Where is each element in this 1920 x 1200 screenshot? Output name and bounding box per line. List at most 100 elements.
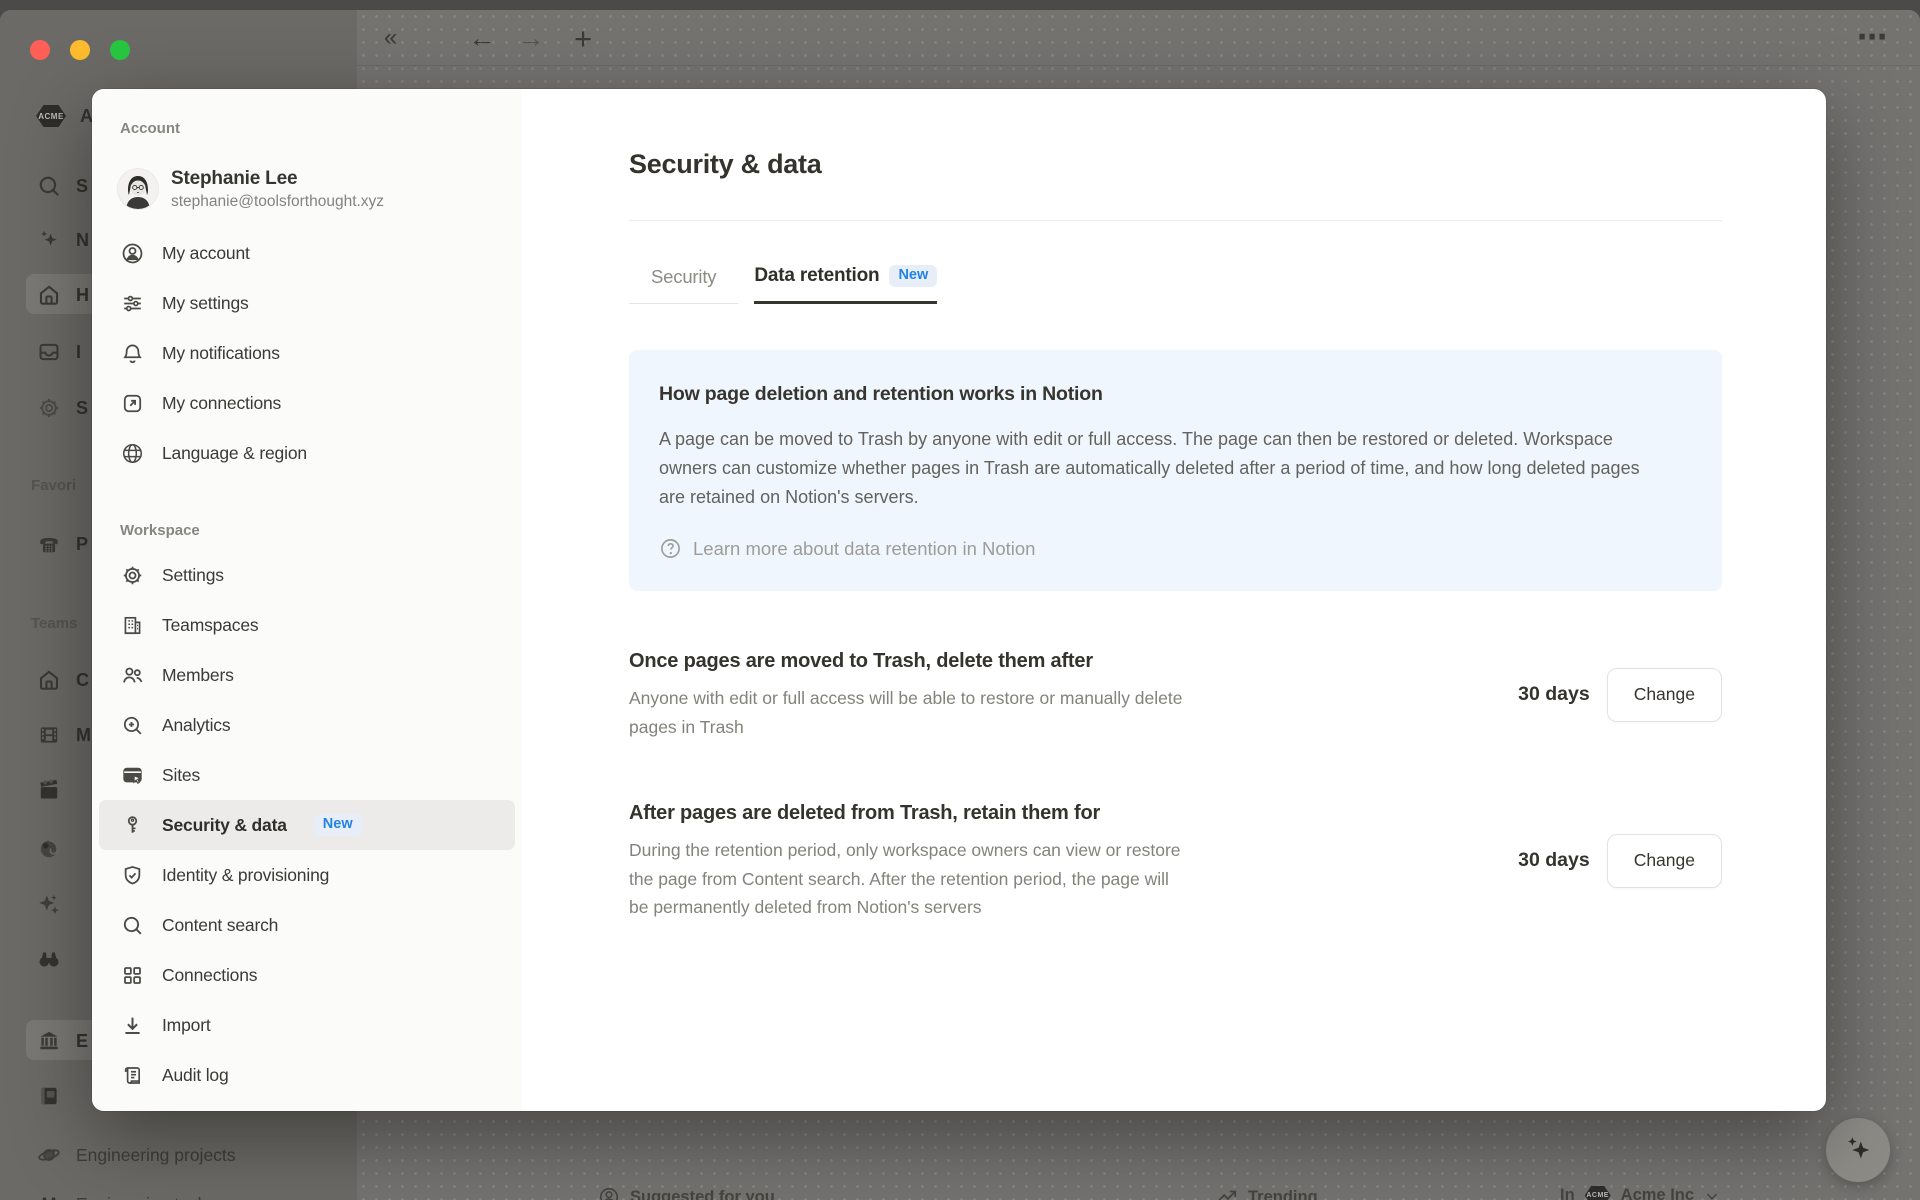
sliders-icon (120, 291, 145, 316)
background-item-label: N (76, 230, 89, 251)
sidebar-item-my-notifications[interactable]: My notifications (99, 328, 515, 378)
traffic-zoom-button[interactable] (110, 40, 130, 60)
background-sidebar-item[interactable] (36, 891, 62, 917)
sidebar-item-label: Security & data (162, 815, 287, 836)
workspace-name: Acme Inc (1621, 1186, 1694, 1200)
new-tab-icon[interactable]: + (566, 10, 600, 66)
background-sidebar-item[interactable]: Engineering tasks (36, 1191, 215, 1200)
bell-icon (120, 341, 145, 366)
shell-icon (36, 836, 62, 862)
tab-label: Security (651, 266, 716, 288)
background-sidebar-item[interactable] (36, 836, 62, 862)
background-sidebar-item[interactable] (36, 946, 62, 972)
chevron-down-icon (1704, 1188, 1720, 1200)
sidebar-item-identity-provisioning[interactable]: Identity & provisioning (99, 850, 515, 900)
background-item-label: M (76, 725, 91, 746)
key-icon (120, 813, 145, 838)
traffic-close-button[interactable] (30, 40, 50, 60)
setting-text: After pages are deleted from Trash, reta… (629, 800, 1518, 922)
background-sidebar-item[interactable]: P (36, 531, 88, 557)
background-sidebar-item[interactable]: H (36, 282, 89, 308)
home-icon (36, 667, 62, 693)
background-sidebar-item[interactable] (36, 777, 62, 803)
workspace-filter[interactable]: In ACME Acme Inc (1560, 1186, 1720, 1200)
book-icon (36, 1083, 62, 1109)
sidebar-item-connections[interactable]: Connections (99, 950, 515, 1000)
learn-more-link[interactable]: Learn more about data retention in Notio… (659, 537, 1692, 560)
sidebar-item-label: Sites (162, 765, 200, 786)
sidebar-item-my-account[interactable]: My account (99, 228, 515, 278)
sidebar-item-security-data[interactable]: Security & data New (99, 800, 515, 850)
background-item-label: E (76, 1031, 88, 1052)
in-label: In (1560, 1186, 1575, 1200)
notion-ai-button[interactable] (1826, 1118, 1890, 1182)
forward-icon[interactable]: → (514, 10, 548, 66)
sidebar-item-teamspaces[interactable]: Teamspaces (99, 600, 515, 650)
globe-icon (120, 441, 145, 466)
workspace-menu: SettingsTeamspacesMembersAnalytics Sites S… (92, 550, 522, 1100)
new-badge: New (314, 814, 362, 836)
settings-content: Security & data SecurityData retentionNe… (522, 89, 1826, 1111)
trending-tab[interactable]: Trending (1216, 1186, 1318, 1200)
tab-data-retention[interactable]: Data retentionNew (754, 265, 937, 304)
background-sidebar-item[interactable]: S (36, 173, 88, 199)
sidebar-item-analytics[interactable]: Analytics (99, 700, 515, 750)
binoculars-icon (36, 1191, 62, 1200)
back-icon[interactable]: ← (465, 10, 499, 66)
suggested-label: Suggested for you (630, 1188, 775, 1200)
magnifier-icon (120, 913, 145, 938)
sidebar-item-label: Identity & provisioning (162, 865, 329, 886)
settings-rows: Once pages are moved to Trash, delete th… (629, 648, 1722, 922)
background-item-label: H (76, 285, 89, 306)
background-sidebar-item[interactable]: E (36, 1028, 88, 1054)
acme-logo-icon: ACME (36, 105, 66, 127)
sidebar-item-audit-log[interactable]: Audit log (99, 1050, 515, 1100)
user-profile[interactable]: Stephanie Lee stephanie@toolsforthought.… (118, 158, 506, 220)
gear-icon (36, 395, 62, 421)
user-name: Stephanie Lee (171, 166, 384, 191)
user-email: stephanie@toolsforthought.xyz (171, 191, 384, 212)
sidebar-item-label: My account (162, 243, 250, 264)
callout-body: A page can be moved to Trash by anyone w… (659, 425, 1669, 512)
setting-value: 30 days (1518, 683, 1590, 706)
learn-more-label: Learn more about data retention in Notio… (693, 538, 1035, 560)
person-circle-icon (120, 241, 145, 266)
sidebar-item-members[interactable]: Members (99, 650, 515, 700)
background-sidebar-item[interactable]: ACMEA (36, 105, 93, 127)
setting-description: During the retention period, only worksp… (629, 836, 1181, 922)
sidebar-item-sites[interactable]: Sites (99, 750, 515, 800)
background-sidebar-item[interactable]: I (36, 339, 81, 365)
sidebar-item-label: Language & region (162, 443, 307, 464)
browser-icon (120, 763, 145, 788)
background-sidebar-item[interactable]: C (36, 667, 89, 693)
setting-value: 30 days (1518, 849, 1590, 872)
sidebar-item-content-search[interactable]: Content search (99, 900, 515, 950)
sidebar-collapse-icon[interactable]: « (372, 10, 406, 66)
background-sidebar-item[interactable]: S (36, 395, 88, 421)
background-sidebar-item[interactable]: Engineering projects (36, 1142, 236, 1168)
trending-icon (1216, 1186, 1238, 1200)
more-options-icon[interactable]: ⋯ (1852, 10, 1892, 66)
sidebar-item-import[interactable]: Import (99, 1000, 515, 1050)
home-icon (36, 282, 62, 308)
shield-check-icon (120, 863, 145, 888)
change-button[interactable]: Change (1607, 668, 1722, 722)
setting-text: Once pages are moved to Trash, delete th… (629, 648, 1518, 741)
traffic-minimize-button[interactable] (70, 40, 90, 60)
sidebar-item-label: Content search (162, 915, 278, 936)
workspace-section-header: Workspace (120, 518, 522, 544)
sidebar-item-my-settings[interactable]: My settings (99, 278, 515, 328)
tab-security[interactable]: Security (629, 265, 738, 304)
suggested-for-you-tab[interactable]: Suggested for you (598, 1186, 775, 1200)
sidebar-item-language-region[interactable]: Language & region (99, 428, 515, 478)
sidebar-item-my-connections[interactable]: My connections (99, 378, 515, 428)
film-icon (36, 722, 62, 748)
background-sidebar-item[interactable]: N (36, 227, 89, 253)
trending-label: Trending (1248, 1188, 1318, 1200)
sidebar-item-settings[interactable]: Settings (99, 550, 515, 600)
scroll-icon (120, 1063, 145, 1088)
clapper-icon (36, 777, 62, 803)
background-sidebar-item[interactable]: M (36, 722, 91, 748)
background-sidebar-item[interactable] (36, 1083, 62, 1109)
change-button[interactable]: Change (1607, 834, 1722, 888)
